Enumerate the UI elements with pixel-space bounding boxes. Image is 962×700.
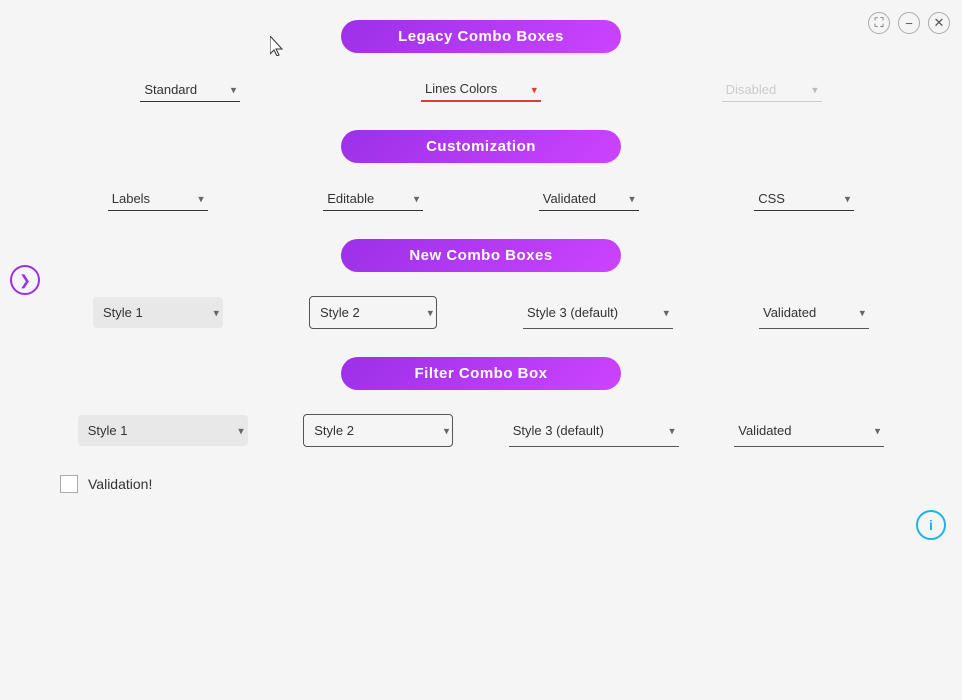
new-combo-section-header: New Combo Boxes xyxy=(341,239,621,272)
standard-combo[interactable]: Standard Option 1 Option 2 xyxy=(140,78,240,102)
new-style1-combo[interactable]: Style 1 Style 2 Style 3 (default) xyxy=(93,297,223,328)
filter-combo-row: Style 1 Style 2 Style 3 (default) ▾ Styl… xyxy=(50,414,912,447)
filter-combo-section-header: Filter Combo Box xyxy=(341,357,621,390)
info-icon: i xyxy=(929,517,933,533)
new-style3-combo-container: Style 3 (default) Style 1 Style 2 ▾ xyxy=(523,297,673,329)
disabled-combo-wrapper: Disabled ▾ xyxy=(722,78,822,102)
filter-style1-combo-container: Style 1 Style 2 Style 3 (default) ▾ xyxy=(78,415,248,446)
css-combo-container: CSS Option 1 ▾ xyxy=(754,187,854,211)
filter-style2-combo[interactable]: Style 2 Style 1 Style 3 (default) xyxy=(303,414,453,447)
new-style2-combo-container: Style 2 Style 1 Style 3 (default) ▾ xyxy=(309,296,437,329)
lines-colors-combo-wrapper: Lines Colors Red Blue ▾ xyxy=(421,77,541,102)
validation-checkbox[interactable] xyxy=(60,475,78,493)
standard-combo-container: Standard Option 1 Option 2 ▾ xyxy=(140,78,240,102)
customization-section-header: Customization xyxy=(341,130,621,163)
editable-combo-container: Editable Option 1 ▾ xyxy=(323,187,423,211)
cust-validated-combo[interactable]: Validated Option 1 xyxy=(539,187,639,211)
editable-combo[interactable]: Editable Option 1 xyxy=(323,187,423,211)
filter-validated-combo-container: Validated Option 1 ▾ xyxy=(734,415,884,447)
new-combo-row: Style 1 Style 2 Style 3 (default) ▾ Styl… xyxy=(50,296,912,329)
customization-combo-row: Labels Option 1 ▾ Editable Option 1 ▾ Va… xyxy=(50,187,912,211)
filter-style1-combo[interactable]: Style 1 Style 2 Style 3 (default) xyxy=(78,415,248,446)
disabled-combo-container: Disabled ▾ xyxy=(722,78,822,102)
standard-combo-wrapper: Standard Option 1 Option 2 ▾ xyxy=(140,78,240,102)
disabled-combo: Disabled xyxy=(722,78,822,102)
info-button[interactable]: i xyxy=(916,510,946,540)
main-content: Legacy Combo Boxes Standard Option 1 Opt… xyxy=(0,0,962,513)
new-style1-combo-container: Style 1 Style 2 Style 3 (default) ▾ xyxy=(93,297,223,328)
window-controls: ⛶ − ✕ xyxy=(868,12,950,34)
filter-validated-combo[interactable]: Validated Option 1 xyxy=(734,415,884,447)
filter-style3-combo-container: Style 3 (default) Style 1 Style 2 ▾ xyxy=(509,415,679,447)
lines-colors-combo-container: Lines Colors Red Blue ▾ xyxy=(421,77,541,102)
left-nav-arrow[interactable]: ❯ xyxy=(10,265,40,295)
labels-combo[interactable]: Labels Option 1 xyxy=(108,187,208,211)
legacy-section-header: Legacy Combo Boxes xyxy=(341,20,621,53)
expand-button[interactable]: ⛶ xyxy=(868,12,890,34)
css-combo[interactable]: CSS Option 1 xyxy=(754,187,854,211)
legacy-combo-row: Standard Option 1 Option 2 ▾ Lines Color… xyxy=(50,77,912,102)
new-validated-combo[interactable]: Validated Option 1 xyxy=(759,297,869,329)
minimize-button[interactable]: − xyxy=(898,12,920,34)
validation-row: Validation! xyxy=(50,475,912,493)
labels-combo-container: Labels Option 1 ▾ xyxy=(108,187,208,211)
close-button[interactable]: ✕ xyxy=(928,12,950,34)
lines-colors-combo[interactable]: Lines Colors Red Blue xyxy=(421,77,541,102)
new-validated-combo-container: Validated Option 1 ▾ xyxy=(759,297,869,329)
new-style2-combo[interactable]: Style 2 Style 1 Style 3 (default) xyxy=(309,296,437,329)
filter-style3-combo[interactable]: Style 3 (default) Style 1 Style 2 xyxy=(509,415,679,447)
cust-validated-combo-container: Validated Option 1 ▾ xyxy=(539,187,639,211)
filter-style2-combo-container: Style 2 Style 1 Style 3 (default) ▾ xyxy=(303,414,453,447)
new-style3-combo[interactable]: Style 3 (default) Style 1 Style 2 xyxy=(523,297,673,329)
validation-label: Validation! xyxy=(88,476,152,492)
